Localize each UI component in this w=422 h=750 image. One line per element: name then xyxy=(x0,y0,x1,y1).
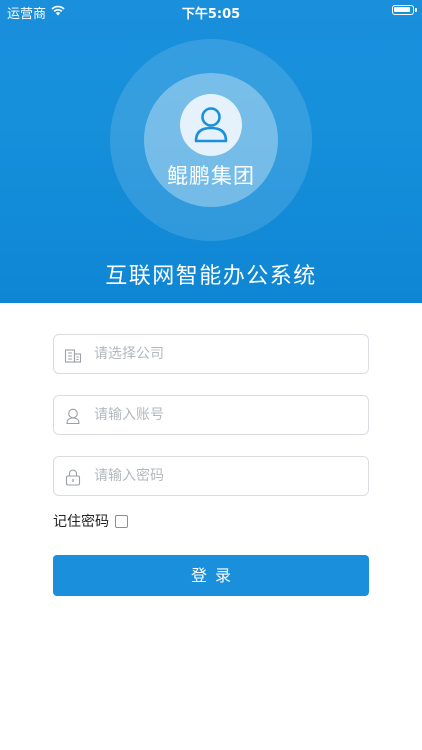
company-name: 鲲鹏集团 xyxy=(167,164,255,188)
login-screen: 运营商 下午5:05 鲲鹏集团 互联网智能办公系统 请选择公司 请输入账号 记住… xyxy=(0,0,422,750)
hero-header: 运营商 下午5:05 鲲鹏集团 互联网智能办公系统 xyxy=(0,0,422,303)
remember-password-checkbox[interactable] xyxy=(115,514,128,528)
status-bar: 运营商 下午5:05 xyxy=(0,0,422,22)
remember-password-row[interactable]: 记住密码 xyxy=(53,511,128,531)
battery-icon xyxy=(392,5,417,15)
account-input[interactable] xyxy=(94,396,359,434)
status-time: 下午5:05 xyxy=(181,7,241,22)
lock-icon xyxy=(64,468,82,486)
account-field[interactable] xyxy=(53,395,369,435)
user-icon xyxy=(194,107,228,143)
building-icon xyxy=(64,346,82,364)
login-button[interactable]: 登录 xyxy=(53,555,369,596)
company-select-input[interactable] xyxy=(94,335,359,373)
password-input[interactable] xyxy=(94,457,359,495)
app-title: 互联网智能办公系统 xyxy=(105,264,317,289)
user-icon xyxy=(64,407,82,425)
remember-password-label: 记住密码 xyxy=(53,514,109,530)
company-field[interactable] xyxy=(53,334,369,374)
password-field[interactable] xyxy=(53,456,369,496)
avatar xyxy=(180,94,242,156)
